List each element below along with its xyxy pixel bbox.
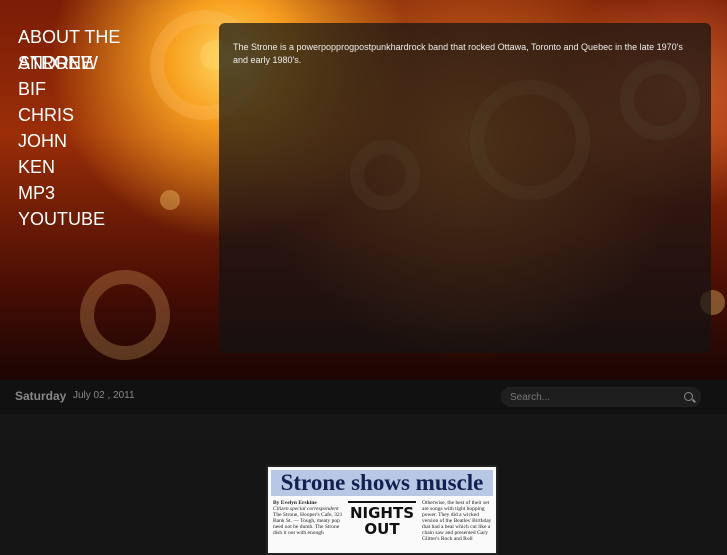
day-label: Saturday <box>15 389 67 403</box>
search-input[interactable] <box>501 387 701 407</box>
clipping-left-text: The Strone, Hooper's Cafe, 321 Bank St. … <box>273 512 343 536</box>
newspaper-clipping-image: Strone shows muscle By Evelyn Erskine Ci… <box>266 465 498 555</box>
clipping-masthead: NIGHTS OUT <box>348 501 416 537</box>
search-icon[interactable] <box>684 392 693 401</box>
main-nav: ABOUT THE STRONE ANDREW BIF CHRIS JOHN K… <box>18 24 138 232</box>
clipping-headline: Strone shows muscle <box>271 470 493 496</box>
nav-bif[interactable]: BIF <box>18 76 138 102</box>
clipping-right-text: Otherwise, the best of their set are son… <box>422 500 492 542</box>
intro-text: The Strone is a powerpopprogpostpunkhard… <box>233 42 683 65</box>
nav-john[interactable]: JOHN <box>18 128 138 154</box>
date-search-bar: Saturday July 02 , 2011 <box>0 380 727 414</box>
date-label: July 02 , 2011 <box>73 390 135 401</box>
nav-ken[interactable]: KEN <box>18 154 138 180</box>
sub-bar <box>0 414 727 442</box>
nav-mp3[interactable]: MP3 <box>18 180 138 206</box>
intro-panel: The Strone is a powerpopprogpostpunkhard… <box>219 23 711 353</box>
nav-andrew[interactable]: ANDREW <box>18 50 98 76</box>
hero-banner: ABOUT THE STRONE ANDREW BIF CHRIS JOHN K… <box>0 0 727 380</box>
nav-youtube[interactable]: YOUTUBE <box>18 206 138 232</box>
nav-chris[interactable]: CHRIS <box>18 102 138 128</box>
